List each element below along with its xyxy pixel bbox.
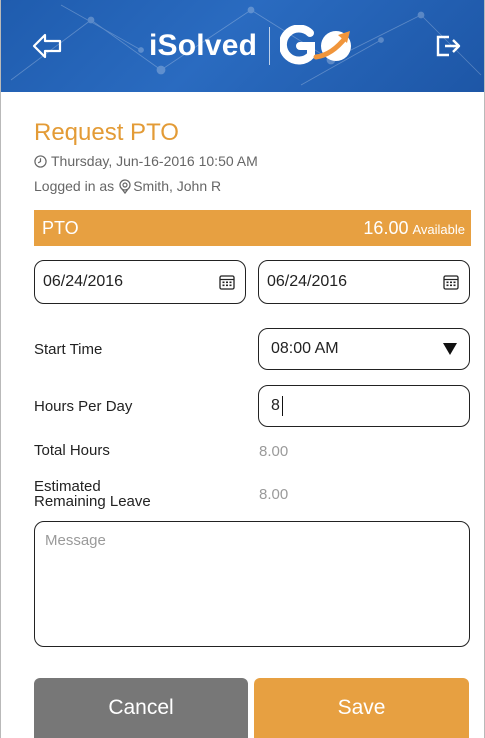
datetime-text: Thursday, Jun-16-2016 10:50 AM	[51, 153, 258, 169]
back-button[interactable]	[27, 28, 67, 64]
save-button[interactable]: Save	[254, 678, 469, 738]
pto-balance-bar: PTO 16.00 Available	[34, 210, 471, 246]
end-date-value: 06/24/2016	[267, 273, 348, 290]
brand-divider	[269, 27, 271, 65]
brand-name: iSolved	[149, 29, 258, 62]
pto-type: PTO	[42, 217, 79, 238]
pto-available-label: Available	[412, 221, 465, 237]
back-arrow-icon	[32, 33, 62, 59]
remaining-leave-label: Estimated Remaining Leave	[34, 479, 151, 509]
message-placeholder: Message	[45, 532, 106, 549]
start-time-select[interactable]: 08:00 AM	[258, 328, 470, 370]
user-name: Smith, John R	[133, 178, 222, 194]
calendar-icon[interactable]	[443, 274, 459, 290]
calendar-icon[interactable]	[219, 274, 235, 290]
app-frame: iSolved Request PTO Thursday, Jun-16-201…	[0, 0, 485, 738]
brand-logo: iSolved	[149, 22, 358, 70]
pto-available-value: 16.00	[363, 217, 409, 238]
hours-per-day-value: 8	[271, 397, 280, 414]
logged-in-prefix: Logged in as	[34, 178, 115, 194]
total-hours-value: 8.00	[259, 443, 289, 460]
remaining-leave-label-line2: Remaining Leave	[34, 493, 151, 510]
start-date-field[interactable]: 06/24/2016	[34, 260, 246, 304]
cancel-button[interactable]: Cancel	[34, 678, 248, 738]
hours-per-day-label: Hours Per Day	[34, 398, 133, 415]
logout-button[interactable]	[428, 28, 468, 64]
app-header: iSolved	[1, 0, 484, 92]
clock-icon	[34, 154, 47, 168]
text-cursor	[281, 396, 283, 416]
go-logo-icon	[280, 25, 358, 67]
page-title: Request PTO	[34, 119, 179, 146]
hours-per-day-input[interactable]: 8	[258, 385, 470, 427]
logged-in-line: Logged in as Smith, John R	[34, 178, 221, 194]
request-datetime: Thursday, Jun-16-2016 10:50 AM	[34, 153, 258, 169]
start-date-value: 06/24/2016	[43, 273, 124, 290]
logout-icon	[436, 35, 461, 57]
total-hours-label: Total Hours	[34, 442, 110, 459]
message-textarea[interactable]: Message	[34, 521, 470, 647]
dropdown-caret-icon	[443, 343, 457, 355]
pto-available: 16.00 Available	[363, 218, 465, 239]
start-time-value: 08:00 AM	[271, 340, 339, 357]
remaining-leave-label-line1: Estimated	[34, 478, 101, 495]
start-time-label: Start Time	[34, 341, 103, 358]
user-pin-icon	[118, 178, 132, 194]
remaining-leave-value: 8.00	[259, 486, 289, 503]
end-date-field[interactable]: 06/24/2016	[258, 260, 470, 304]
